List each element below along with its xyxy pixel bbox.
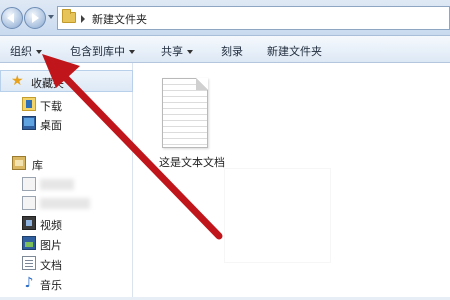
include-in-library-button[interactable]: 包含到库中	[70, 43, 135, 59]
file-name[interactable]: 这是文本文档	[159, 154, 225, 170]
title-address-area: 新建文件夹	[0, 0, 450, 36]
blurred-label	[40, 198, 90, 209]
address-bar[interactable]: 新建文件夹	[57, 6, 450, 30]
download-folder-icon	[22, 97, 36, 111]
nav-item-label: 文档	[40, 259, 62, 272]
recent-locations-dropdown-icon[interactable]	[48, 15, 54, 19]
nav-item-label: 桌面	[40, 119, 62, 132]
pictures-library-icon	[22, 236, 36, 250]
organize-menu-button[interactable]: 组织	[10, 43, 42, 59]
favorites-label: 收藏夹	[31, 77, 64, 90]
blurred-label	[40, 179, 74, 190]
back-button[interactable]	[1, 7, 23, 29]
nav-item-library-blurred-2[interactable]	[20, 195, 130, 213]
nav-item-documents[interactable]: 文档	[20, 255, 130, 273]
chevron-down-icon	[36, 50, 42, 54]
library-icon	[22, 196, 36, 210]
nav-item-libraries[interactable]: 库	[10, 155, 130, 173]
text-document-icon[interactable]	[162, 78, 208, 148]
favorites-star-icon: ★	[11, 73, 24, 89]
nav-item-music[interactable]: ♪ 音乐	[20, 275, 130, 293]
favorites-header[interactable]: ★ 收藏夹	[0, 70, 133, 92]
nav-item-library-blurred-1[interactable]	[20, 176, 130, 194]
new-folder-button[interactable]: 新建文件夹	[267, 43, 322, 59]
share-button[interactable]: 共享	[161, 43, 193, 59]
nav-item-label: 下载	[40, 100, 62, 113]
chevron-down-icon	[129, 50, 135, 54]
breadcrumb-chevron-icon[interactable]	[81, 15, 85, 23]
share-label: 共享	[161, 45, 183, 58]
nav-item-pictures[interactable]: 图片	[20, 235, 130, 253]
documents-library-icon	[22, 256, 36, 270]
nav-item-label: 音乐	[40, 279, 62, 292]
nav-item-label: 视频	[40, 219, 62, 232]
chevron-down-icon	[187, 50, 193, 54]
new-folder-label: 新建文件夹	[267, 45, 322, 58]
libraries-label: 库	[32, 159, 43, 172]
command-bar: 组织 包含到库中 共享 刻录 新建文件夹	[0, 36, 450, 63]
video-library-icon	[22, 216, 36, 230]
navigation-pane: ★ 收藏夹 下载 桌面 库 视频 图片 文档 ♪ 音乐	[0, 63, 133, 300]
forward-arrow-icon	[32, 13, 39, 23]
breadcrumb-current-folder[interactable]: 新建文件夹	[92, 11, 147, 27]
burn-button[interactable]: 刻录	[221, 43, 243, 59]
include-in-library-label: 包含到库中	[70, 45, 125, 58]
nav-item-desktop[interactable]: 桌面	[20, 115, 130, 133]
redacted-area	[225, 169, 330, 262]
folder-icon	[62, 9, 76, 23]
forward-button[interactable]	[24, 7, 46, 29]
desktop-icon	[22, 116, 36, 130]
organize-label: 组织	[10, 45, 32, 58]
nav-item-downloads[interactable]: 下载	[20, 96, 130, 114]
back-arrow-icon	[7, 13, 14, 23]
burn-label: 刻录	[221, 45, 243, 58]
nav-item-videos[interactable]: 视频	[20, 215, 130, 233]
music-library-icon: ♪	[24, 275, 34, 291]
file-list-pane[interactable]: 这是文本文档	[134, 63, 450, 300]
library-icon	[22, 177, 36, 191]
libraries-icon	[12, 156, 26, 170]
nav-item-label: 图片	[40, 239, 62, 252]
